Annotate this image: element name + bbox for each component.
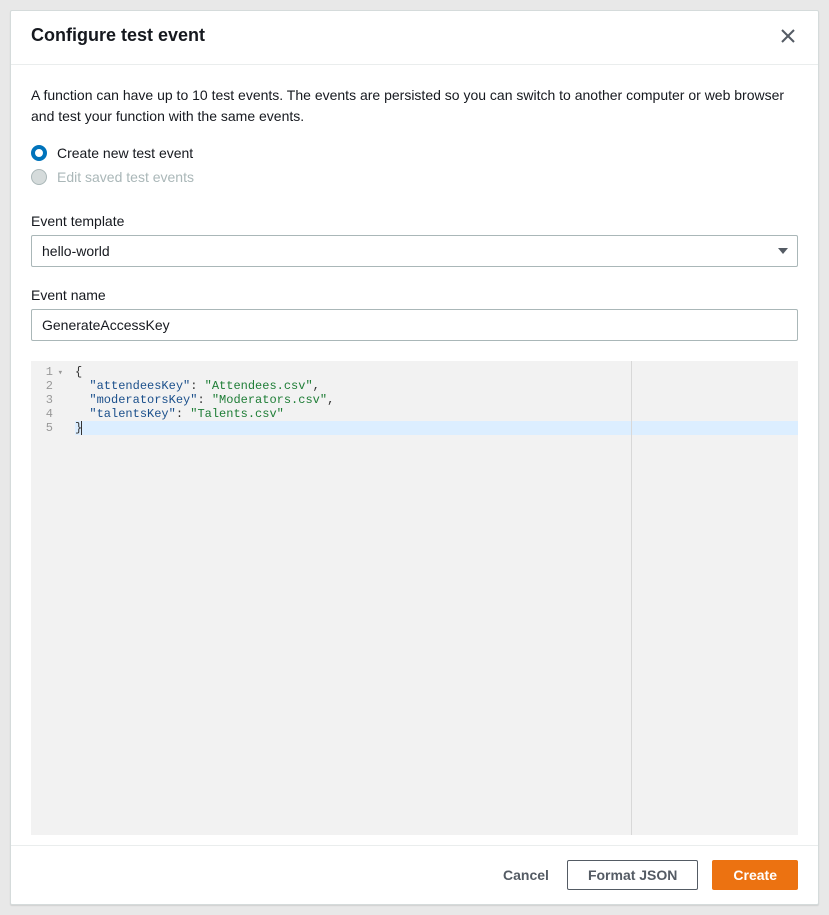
modal-header: Configure test event: [11, 11, 818, 65]
event-mode-radio-group: Create new test event Edit saved test ev…: [31, 145, 798, 193]
cancel-button[interactable]: Cancel: [499, 861, 553, 889]
event-template-value: hello-world: [31, 235, 798, 267]
json-value: Moderators.csv: [219, 393, 320, 407]
fold-icon[interactable]: ▾: [58, 366, 63, 380]
modal-body: A function can have up to 10 test events…: [11, 65, 818, 845]
line-number: 1: [46, 365, 53, 379]
configure-test-event-modal: Configure test event A function can have…: [10, 10, 819, 905]
create-button[interactable]: Create: [712, 860, 798, 890]
close-button[interactable]: [778, 26, 798, 46]
json-key: attendeesKey: [97, 379, 183, 393]
radio-create-new-label: Create new test event: [57, 145, 193, 161]
radio-edit-saved-label: Edit saved test events: [57, 169, 194, 185]
chevron-down-icon: [778, 248, 788, 254]
json-key: moderatorsKey: [97, 393, 191, 407]
radio-unselected-icon: [31, 169, 47, 185]
json-editor[interactable]: 1 ▾ 2 3 4 5 { "attendeesKey": "Attendees.…: [31, 361, 798, 835]
event-name-label: Event name: [31, 287, 798, 303]
event-name-input[interactable]: [31, 309, 798, 341]
intro-text: A function can have up to 10 test events…: [31, 85, 798, 127]
editor-gutter: 1 ▾ 2 3 4 5: [31, 361, 71, 835]
print-margin: [631, 361, 632, 835]
line-number: 4: [46, 407, 53, 421]
close-icon: [781, 29, 795, 43]
json-value: Talents.csv: [197, 407, 276, 421]
line-number: 5: [46, 421, 53, 435]
json-value: Attendees.csv: [212, 379, 306, 393]
radio-edit-saved: Edit saved test events: [31, 169, 798, 185]
modal-backdrop: Configure test event A function can have…: [0, 0, 829, 915]
event-template-label: Event template: [31, 213, 798, 229]
format-json-button[interactable]: Format JSON: [567, 860, 698, 890]
modal-title: Configure test event: [31, 25, 205, 46]
line-number: 3: [46, 393, 53, 407]
json-key: talentsKey: [97, 407, 169, 421]
event-template-field: Event template hello-world: [31, 213, 798, 267]
editor-content[interactable]: { "attendeesKey": "Attendees.csv", "mode…: [71, 361, 798, 835]
event-template-select[interactable]: hello-world: [31, 235, 798, 267]
line-number: 2: [46, 379, 53, 393]
radio-selected-icon: [31, 145, 47, 161]
event-name-field: Event name: [31, 287, 798, 341]
modal-footer: Cancel Format JSON Create: [11, 845, 818, 904]
radio-create-new[interactable]: Create new test event: [31, 145, 798, 161]
